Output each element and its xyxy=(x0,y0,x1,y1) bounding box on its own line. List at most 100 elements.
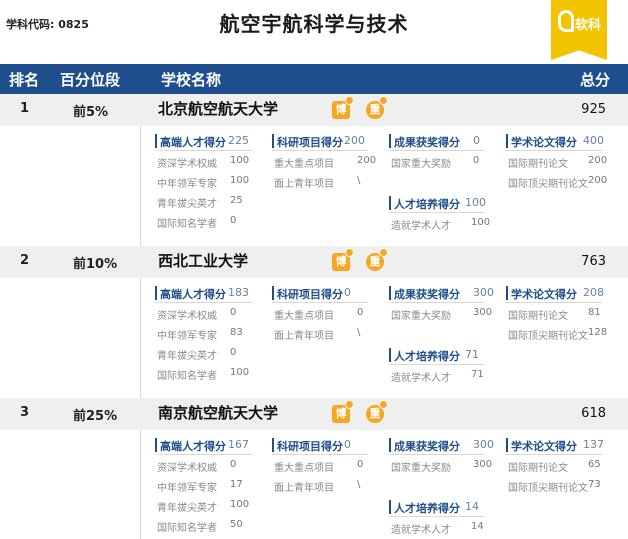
total-score: 763 xyxy=(581,254,606,269)
percentile-band: 前10% xyxy=(73,257,118,272)
score-block-research: 科研项目得分 0 xyxy=(272,286,367,303)
column-divider xyxy=(140,126,141,246)
block-heading: 科研项目得分 xyxy=(277,440,343,453)
block-heading: 科研项目得分 xyxy=(277,288,343,301)
sub-item-value: 65 xyxy=(588,459,601,470)
sub-item-value: 0 xyxy=(230,347,237,358)
sub-item-label: 国家重大奖励 xyxy=(391,311,451,322)
top-bar: 学科代码: 0825 航空宇航科学与技术 软科 xyxy=(0,0,628,64)
score-block-training: 人才培养得分 14 xyxy=(389,500,484,517)
block-score: 14 xyxy=(465,500,479,513)
sub-item-value: \ xyxy=(357,175,361,186)
sub-item-label: 造就学术人才 xyxy=(391,525,451,536)
block-heading: 成果获奖得分 xyxy=(394,288,460,301)
sub-item-value: 0 xyxy=(230,459,237,470)
block-score: 0 xyxy=(473,134,480,147)
block-underline xyxy=(506,454,602,455)
sub-item-value: 0 xyxy=(230,307,237,318)
table-row[interactable]: 2 前10% 西北工业大学 博 重 763 xyxy=(0,246,628,278)
block-heading: 学术论文得分 xyxy=(511,288,577,301)
badge-dot-icon xyxy=(379,248,388,257)
badge-dot-icon xyxy=(345,96,354,105)
block-accent xyxy=(389,500,391,514)
score-block-research: 科研项目得分 0 xyxy=(272,438,367,455)
sub-item-label: 面上青年项目 xyxy=(274,483,334,494)
sub-item-label: 国家重大奖励 xyxy=(391,159,451,170)
block-accent xyxy=(155,286,157,300)
sub-item-value: \ xyxy=(357,327,361,338)
block-underline xyxy=(389,454,484,455)
sub-item-label: 国际期刊论文 xyxy=(508,311,568,322)
block-accent xyxy=(272,134,274,148)
block-underline xyxy=(389,212,484,213)
block-score: 183 xyxy=(228,286,249,299)
badge-text: 重 xyxy=(369,407,381,420)
school-name[interactable]: 南京航空航天大学 xyxy=(158,402,278,423)
table-row[interactable]: 3 前25% 南京航空航天大学 博 重 618 xyxy=(0,398,628,430)
block-score: 300 xyxy=(473,438,494,451)
score-block-research: 科研项目得分 200 xyxy=(272,134,367,151)
doctoral-badge-icon: 博 xyxy=(332,400,354,423)
sub-item-label: 国际顶尖期刊论文 xyxy=(508,331,588,342)
sub-item-label: 国际期刊论文 xyxy=(508,463,568,474)
school-name[interactable]: 北京航空航天大学 xyxy=(158,98,278,119)
sub-item-value: 200 xyxy=(588,155,608,166)
block-accent xyxy=(272,286,274,300)
total-score: 618 xyxy=(581,406,606,421)
block-score: 100 xyxy=(465,196,486,209)
brand-logo[interactable]: 软科 xyxy=(551,0,607,60)
block-score: 208 xyxy=(583,286,604,299)
page-title: 航空宇航科学与技术 xyxy=(219,12,409,36)
sub-item-label: 中年领军专家 xyxy=(157,179,217,190)
block-score: 167 xyxy=(228,438,249,451)
block-heading: 人才培养得分 xyxy=(394,350,460,363)
table-row[interactable]: 1 前5% 北京航空航天大学 博 重 925 xyxy=(0,94,628,126)
badge-text: 博 xyxy=(335,255,347,268)
sub-item-label: 青年拔尖英才 xyxy=(157,199,217,210)
sub-item-value: 300 xyxy=(473,459,493,470)
block-score: 137 xyxy=(583,438,604,451)
badge-text: 博 xyxy=(335,407,347,420)
sub-item-value: 100 xyxy=(230,155,250,166)
block-underline xyxy=(272,302,367,303)
school-name[interactable]: 西北工业大学 xyxy=(158,250,248,271)
block-underline xyxy=(389,364,484,365)
score-block-paper: 学术论文得分 137 xyxy=(506,438,604,455)
badge-text: 重 xyxy=(369,255,381,268)
block-score: 0 xyxy=(344,286,351,299)
sub-item-value: 200 xyxy=(588,175,608,186)
header-total: 总分 xyxy=(579,71,610,89)
sub-item-value: 0 xyxy=(357,307,364,318)
block-heading: 科研项目得分 xyxy=(277,136,343,149)
header-school: 学校名称 xyxy=(161,71,222,89)
column-divider xyxy=(140,278,141,398)
score-block-award: 成果获奖得分 300 xyxy=(389,286,494,303)
block-score: 300 xyxy=(473,286,494,299)
header-rank: 排名 xyxy=(9,71,40,89)
badge-text: 博 xyxy=(335,103,347,116)
block-heading: 学术论文得分 xyxy=(511,136,577,149)
badge-dot-icon xyxy=(345,400,354,409)
block-heading: 高端人才得分 xyxy=(160,136,226,149)
sub-item-value: 100 xyxy=(471,217,491,228)
block-underline xyxy=(389,150,484,151)
block-accent xyxy=(272,438,274,452)
block-underline xyxy=(506,302,602,303)
percentile-band: 前5% xyxy=(73,105,109,120)
sub-item-value: 50 xyxy=(230,519,243,530)
sub-item-label: 资深学术权威 xyxy=(157,159,217,170)
sub-item-value: 25 xyxy=(230,195,243,206)
sub-item-label: 青年拔尖英才 xyxy=(157,503,217,514)
badge-dot-icon xyxy=(379,96,388,105)
block-score: 71 xyxy=(465,348,479,361)
block-score: 200 xyxy=(344,134,365,147)
sub-item-label: 重大重点项目 xyxy=(274,311,334,322)
score-block-paper: 学术论文得分 400 xyxy=(506,134,604,151)
badge-text: 重 xyxy=(369,103,381,116)
block-score: 225 xyxy=(228,134,249,147)
block-underline xyxy=(506,150,602,151)
sub-item-label: 重大重点项目 xyxy=(274,463,334,474)
score-block-training: 人才培养得分 71 xyxy=(389,348,484,365)
sub-item-label: 国际顶尖期刊论文 xyxy=(508,483,588,494)
sub-item-label: 国际顶尖期刊论文 xyxy=(508,179,588,190)
